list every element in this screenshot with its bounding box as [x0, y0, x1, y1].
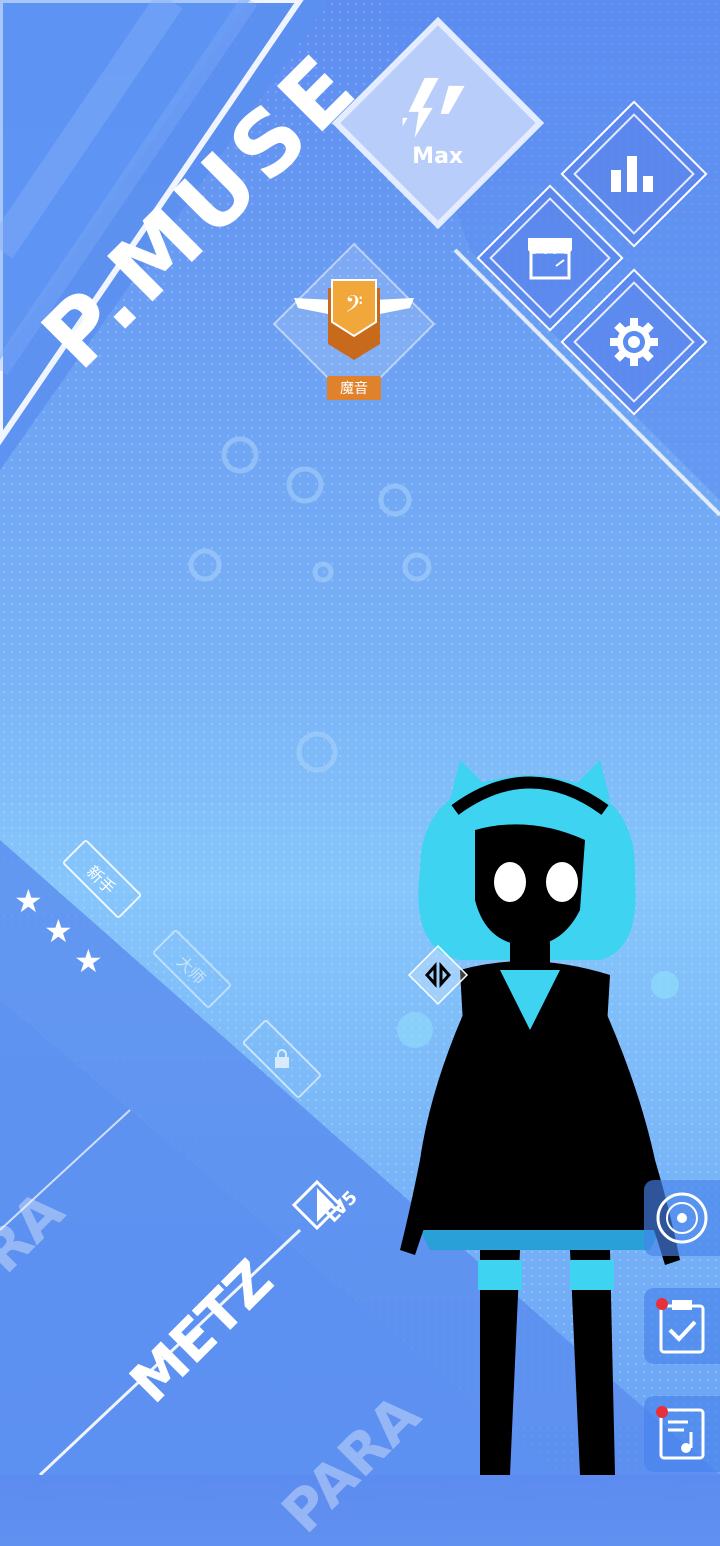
- notification-dot: [656, 1406, 668, 1418]
- difficulty-tag-master[interactable]: 大师: [151, 928, 233, 1010]
- disc-button[interactable]: [644, 1180, 720, 1256]
- bass-clef-icon: 𝄢: [345, 290, 363, 323]
- rank-label: 魔音: [327, 376, 381, 400]
- lightning-icon: [403, 77, 465, 138]
- difficulty-tag-novice[interactable]: 新手: [61, 838, 143, 920]
- star-icon: ★: [74, 943, 103, 979]
- max-mode-button[interactable]: Max: [331, 16, 545, 230]
- song-card-left[interactable]: RA: [0, 1179, 77, 1286]
- disc-icon: [656, 1192, 708, 1244]
- rank-emblem[interactable]: 𝄢: [272, 242, 436, 382]
- settings-icon: [610, 318, 658, 366]
- interact-marker-icon[interactable]: [407, 944, 469, 1006]
- tasks-button[interactable]: [644, 1288, 720, 1364]
- stats-icon: [611, 156, 653, 192]
- difficulty-tag-label: 新手: [82, 863, 118, 899]
- song-card-main[interactable]: METZ: [118, 1248, 286, 1416]
- difficulty-tag-label: 大师: [172, 953, 208, 989]
- character-silhouette[interactable]: [380, 760, 700, 1475]
- song-cover-icon: [292, 1180, 342, 1230]
- max-label: Max: [412, 143, 464, 169]
- shop-icon: [528, 238, 572, 280]
- music-sheet-button[interactable]: [644, 1396, 720, 1472]
- lock-icon: [275, 1049, 289, 1068]
- star-icon: ★: [44, 913, 73, 949]
- notification-dot: [656, 1298, 668, 1310]
- star-icon: ★: [14, 883, 43, 919]
- difficulty-tag-locked: [241, 1018, 323, 1100]
